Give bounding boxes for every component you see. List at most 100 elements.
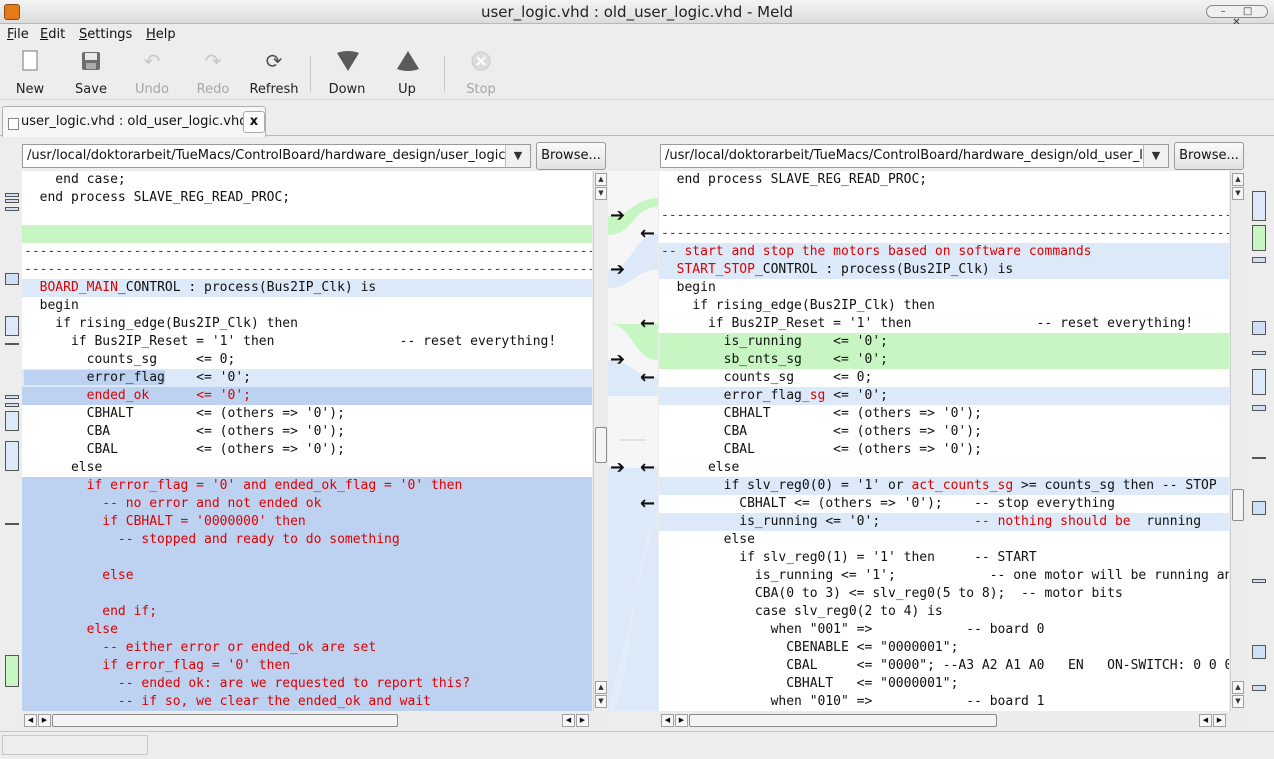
stop-label: Stop xyxy=(466,82,496,97)
scroll-thumb[interactable] xyxy=(689,714,997,727)
scroll-left-icon[interactable]: ◀ xyxy=(24,714,37,727)
scroll-up-icon[interactable]: ▲ xyxy=(595,681,607,694)
code-line: end if; xyxy=(22,603,592,621)
diff-gutter: ➔ ← ➔ ← ➔ ← ➔ ← ← xyxy=(608,171,658,711)
code-segment: <= '0'; xyxy=(164,370,251,385)
scroll-up-icon[interactable]: ▲ xyxy=(595,173,607,186)
code-segment: act_counts_sg xyxy=(911,478,1014,493)
right-path-dropdown[interactable]: ▼ xyxy=(1143,144,1169,168)
code-line: else xyxy=(22,567,592,585)
up-icon xyxy=(396,50,419,72)
save-button[interactable]: Save xyxy=(62,50,120,97)
left-browse-button[interactable]: Browse... xyxy=(536,142,606,170)
toolbar: New Save ↶ Undo ↷ Redo ⟳ Refresh Down Up… xyxy=(0,46,1274,100)
scroll-up-icon[interactable]: ▲ xyxy=(1232,173,1244,186)
code-segment: BOARD_MAIN xyxy=(39,280,118,295)
right-path-field[interactable]: /usr/local/doktorarbeit/TueMacs/ControlB… xyxy=(660,144,1144,168)
code-segment: _sg xyxy=(801,388,826,403)
push-left-arrow-icon[interactable]: ← xyxy=(640,369,655,387)
scroll-left-icon[interactable]: ◀ xyxy=(661,714,674,727)
code-line: if slv_reg0(0) = '1' or act_counts_sg >=… xyxy=(659,477,1229,495)
code-line: if rising_edge(Bus2IP_Clk) then xyxy=(661,298,935,313)
code-line: if rising_edge(Bus2IP_Clk) then xyxy=(24,316,298,331)
scroll-down-icon[interactable]: ▼ xyxy=(1232,187,1244,200)
scroll-left-icon[interactable]: ◀ xyxy=(1199,714,1212,727)
right-browse-button[interactable]: Browse... xyxy=(1174,142,1244,170)
scroll-down-icon[interactable]: ▼ xyxy=(595,187,607,200)
undo-button[interactable]: ↶ Undo xyxy=(123,50,181,97)
push-right-arrow-icon[interactable]: ➔ xyxy=(610,207,625,225)
menu-help[interactable]: Help xyxy=(146,27,176,42)
right-change-map[interactable] xyxy=(1249,171,1269,711)
code-line: error_flag <= '0'; xyxy=(22,369,592,387)
code-line: CBHALT <= (others => '0'); -- stop every… xyxy=(661,496,1115,511)
code-segment: _CONTROL : process(Bus2IP_Clk) is xyxy=(754,262,1014,277)
up-button[interactable]: Up xyxy=(378,50,436,97)
down-button[interactable]: Down xyxy=(318,50,376,97)
code-line: begin xyxy=(661,280,716,295)
scroll-right-icon[interactable]: ▶ xyxy=(1213,714,1226,727)
code-line: if Bus2IP_Reset = '1' then -- reset ever… xyxy=(661,316,1194,331)
right-code-lines: end process SLAVE_REG_READ_PROC; --------… xyxy=(659,171,1229,711)
push-left-arrow-icon[interactable]: ← xyxy=(640,315,655,333)
left-vertical-scrollbar[interactable]: ▲ ▼ ▲ ▼ xyxy=(593,171,608,711)
code-segment: START_STOP xyxy=(676,262,755,277)
tab-comparison[interactable]: user_logic.vhd : old_user_logic.vhd x xyxy=(2,106,266,137)
tab-bar: user_logic.vhd : old_user_logic.vhd x xyxy=(0,102,1274,137)
code-line: -- no error and not ended ok xyxy=(22,495,592,513)
left-code-pane[interactable]: end case; end process SLAVE_REG_READ_PRO… xyxy=(22,171,592,711)
code-line: if CBHALT = '0000000' then xyxy=(22,513,592,531)
new-document-icon xyxy=(19,50,41,72)
scroll-thumb[interactable] xyxy=(595,427,607,463)
scroll-up-icon[interactable]: ▲ xyxy=(1232,681,1244,694)
left-path-field[interactable]: /usr/local/doktorarbeit/TueMacs/ControlB… xyxy=(22,144,506,168)
push-right-arrow-icon[interactable]: ➔ xyxy=(610,459,625,477)
right-vertical-scrollbar[interactable]: ▲ ▼ ▲ ▼ xyxy=(1230,171,1245,711)
toolbar-separator xyxy=(310,56,311,92)
push-right-arrow-icon[interactable]: ➔ xyxy=(610,261,625,279)
scroll-left-icon[interactable]: ◀ xyxy=(562,714,575,727)
right-code-pane[interactable]: end process SLAVE_REG_READ_PROC; --------… xyxy=(659,171,1229,711)
scroll-thumb[interactable] xyxy=(1232,489,1244,521)
push-left-arrow-icon[interactable]: ← xyxy=(640,495,655,513)
code-line: ----------------------------------------… xyxy=(661,208,1229,223)
scroll-right-icon[interactable]: ▶ xyxy=(675,714,688,727)
code-line: if error_flag = '0' then xyxy=(22,657,592,675)
code-segment: if slv_reg0(0) = '1' or xyxy=(661,478,912,493)
menu-file[interactable]: File xyxy=(7,27,29,42)
scroll-thumb[interactable] xyxy=(52,714,398,727)
diff-links xyxy=(608,198,658,711)
undo-label: Undo xyxy=(135,82,169,97)
redo-button[interactable]: ↷ Redo xyxy=(184,50,242,97)
left-change-map[interactable] xyxy=(2,171,22,711)
code-line: CBA(0 to 3) <= slv_reg0(5 to 8); -- moto… xyxy=(661,586,1123,601)
scroll-down-icon[interactable]: ▼ xyxy=(595,695,607,708)
new-label: New xyxy=(15,82,45,97)
save-label: Save xyxy=(75,82,107,97)
tab-close-button[interactable]: x xyxy=(243,111,265,133)
new-button[interactable]: New xyxy=(1,50,59,97)
push-left-arrow-icon[interactable]: ← xyxy=(640,225,655,243)
scroll-down-icon[interactable]: ▼ xyxy=(1232,695,1244,708)
left-path-dropdown[interactable]: ▼ xyxy=(505,144,531,168)
scroll-right-icon[interactable]: ▶ xyxy=(38,714,51,727)
code-line: if slv_reg0(1) = '1' then -- START xyxy=(661,550,1037,565)
stop-button[interactable]: Stop xyxy=(452,50,510,97)
menu-settings[interactable]: Settings xyxy=(79,27,132,42)
code-line xyxy=(22,225,592,243)
code-line: ----------------------------------------… xyxy=(661,226,1229,241)
code-segment: _CONTROL : process(Bus2IP_Clk) is xyxy=(117,280,377,295)
right-horizontal-scrollbar[interactable]: ◀ ▶ ◀ ▶ xyxy=(659,713,1245,729)
code-line: end process SLAVE_REG_READ_PROC; xyxy=(661,172,928,187)
push-left-arrow-icon[interactable]: ← xyxy=(640,459,655,477)
code-line: CBA <= (others => '0'); xyxy=(661,424,982,439)
refresh-button[interactable]: ⟳ Refresh xyxy=(245,50,303,97)
window-controls[interactable]: – □ ✕ xyxy=(1206,5,1268,28)
scroll-right-icon[interactable]: ▶ xyxy=(576,714,589,727)
push-right-arrow-icon[interactable]: ➔ xyxy=(610,351,625,369)
code-segment: ended_ok xyxy=(86,388,150,403)
menu-edit[interactable]: Edit xyxy=(40,27,65,42)
left-horizontal-scrollbar[interactable]: ◀ ▶ ◀ ▶ xyxy=(22,713,608,729)
